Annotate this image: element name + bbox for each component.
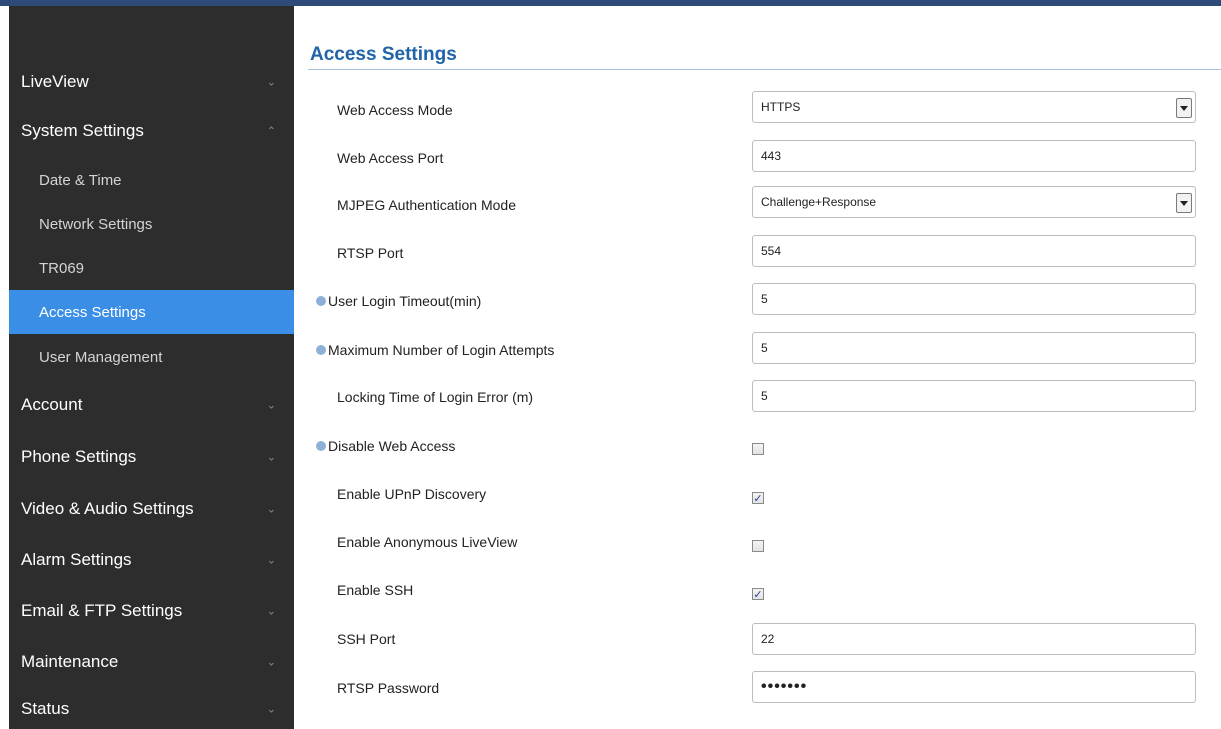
- dropdown-arrow-icon[interactable]: [1176, 98, 1192, 118]
- sidebar-item-label: TR069: [39, 259, 85, 277]
- max-login-attempts-label: Maximum Number of Login Attempts: [316, 340, 554, 360]
- chevron-down-icon: ⌄: [266, 702, 276, 715]
- sidebar-item-label: User Management: [39, 348, 163, 366]
- rtsp-password-label: RTSP Password: [337, 680, 440, 696]
- chevron-down-icon: ⌄: [266, 75, 276, 88]
- user-login-timeout-label: User Login Timeout(min): [316, 291, 481, 311]
- anonymous-liveview-checkbox[interactable]: [752, 540, 764, 552]
- max-login-attempts-text: Maximum Number of Login Attempts: [328, 342, 555, 358]
- chevron-down-icon: ⌄: [266, 450, 276, 464]
- sidebar-item-liveview[interactable]: LiveView ⌄: [9, 59, 294, 104]
- main-content: Access Settings Web Access Mode HTTPS We…: [294, 6, 1221, 729]
- sidebar-item-maintenance[interactable]: Maintenance ⌄: [9, 637, 294, 687]
- info-icon[interactable]: [316, 441, 326, 451]
- sidebar-item-alarm-settings[interactable]: Alarm Settings ⌄: [9, 535, 294, 585]
- page-title: Access Settings: [310, 44, 457, 65]
- web-access-port-label: Web Access Port: [337, 150, 444, 166]
- web-access-port-input[interactable]: 443: [752, 140, 1196, 172]
- upnp-discovery-label: Enable UPnP Discovery: [337, 486, 487, 502]
- chevron-up-icon: ⌃: [266, 124, 276, 138]
- ssh-port-input[interactable]: 22: [752, 623, 1196, 655]
- rtsp-password-input[interactable]: •••••••: [752, 671, 1196, 703]
- max-login-attempts-input[interactable]: 5: [752, 332, 1196, 364]
- mjpeg-auth-mode-select[interactable]: Challenge+Response: [752, 186, 1196, 218]
- checkmark-icon: ✓: [753, 491, 763, 505]
- sidebar-item-label: Phone Settings: [21, 447, 137, 466]
- locking-time-input[interactable]: 5: [752, 380, 1196, 412]
- web-access-mode-select[interactable]: HTTPS: [752, 91, 1196, 123]
- chevron-down-icon: ⌄: [266, 502, 276, 516]
- enable-ssh-label: Enable SSH: [337, 582, 414, 598]
- sidebar-item-label: System Settings: [21, 121, 144, 140]
- enable-ssh-checkbox[interactable]: ✓: [752, 588, 764, 600]
- sidebar-item-phone-settings[interactable]: Phone Settings ⌄: [9, 432, 294, 482]
- chevron-down-icon: ⌄: [266, 604, 276, 618]
- sidebar-item-date-time[interactable]: Date & Time: [9, 158, 294, 202]
- user-login-timeout-input[interactable]: 5: [752, 283, 1196, 315]
- sidebar-item-status[interactable]: Status ⌄: [9, 688, 294, 729]
- title-divider: [308, 69, 1221, 70]
- disable-web-access-label: Disable Web Access: [316, 436, 455, 456]
- disable-web-access-text: Disable Web Access: [328, 438, 456, 454]
- mjpeg-auth-mode-label: MJPEG Authentication Mode: [337, 197, 516, 213]
- sidebar-item-email-ftp-settings[interactable]: Email & FTP Settings ⌄: [9, 586, 294, 636]
- sidebar-item-video-audio-settings[interactable]: Video & Audio Settings ⌄: [9, 484, 294, 534]
- chevron-down-icon: ⌄: [266, 655, 276, 669]
- web-access-mode-value: HTTPS: [761, 100, 801, 114]
- sidebar-item-access-settings[interactable]: Access Settings: [9, 290, 294, 334]
- upnp-discovery-checkbox[interactable]: ✓: [752, 492, 764, 504]
- sidebar-item-label: Maintenance: [21, 652, 119, 671]
- sidebar-item-label: Access Settings: [39, 303, 146, 321]
- disable-web-access-checkbox[interactable]: [752, 443, 764, 455]
- info-icon[interactable]: [316, 345, 326, 355]
- web-access-mode-label: Web Access Mode: [337, 102, 453, 118]
- rtsp-port-input[interactable]: 554: [752, 235, 1196, 267]
- sidebar-item-label: Account: [21, 395, 83, 414]
- sidebar-item-label: Status: [21, 698, 70, 718]
- ssh-port-label: SSH Port: [337, 631, 396, 647]
- sidebar-nav: LiveView ⌄ System Settings ⌃ Date & Time…: [9, 6, 294, 729]
- sidebar-item-label: Network Settings: [39, 215, 153, 233]
- rtsp-port-label: RTSP Port: [337, 245, 404, 261]
- sidebar-item-label: LiveView: [21, 71, 89, 91]
- sidebar-item-label: Date & Time: [39, 171, 122, 189]
- chevron-down-icon: ⌄: [266, 398, 276, 412]
- sidebar-item-user-management[interactable]: User Management: [9, 334, 294, 380]
- sidebar-item-label: Video & Audio Settings: [21, 499, 194, 518]
- dropdown-arrow-icon[interactable]: [1176, 193, 1192, 213]
- locking-time-label: Locking Time of Login Error (m): [337, 389, 534, 405]
- sidebar-item-account[interactable]: Account ⌄: [9, 380, 294, 430]
- info-icon[interactable]: [316, 296, 326, 306]
- sidebar-item-network-settings[interactable]: Network Settings: [9, 202, 294, 246]
- sidebar-item-label: Alarm Settings: [21, 550, 132, 569]
- sidebar-item-tr069[interactable]: TR069: [9, 246, 294, 290]
- checkmark-icon: ✓: [753, 587, 763, 601]
- mjpeg-auth-mode-value: Challenge+Response: [761, 195, 877, 209]
- sidebar-item-system-settings[interactable]: System Settings ⌃: [9, 107, 294, 155]
- sidebar-item-label: Email & FTP Settings: [21, 601, 183, 620]
- chevron-down-icon: ⌄: [266, 553, 276, 567]
- user-login-timeout-text: User Login Timeout(min): [328, 293, 482, 309]
- anonymous-liveview-label: Enable Anonymous LiveView: [337, 534, 518, 550]
